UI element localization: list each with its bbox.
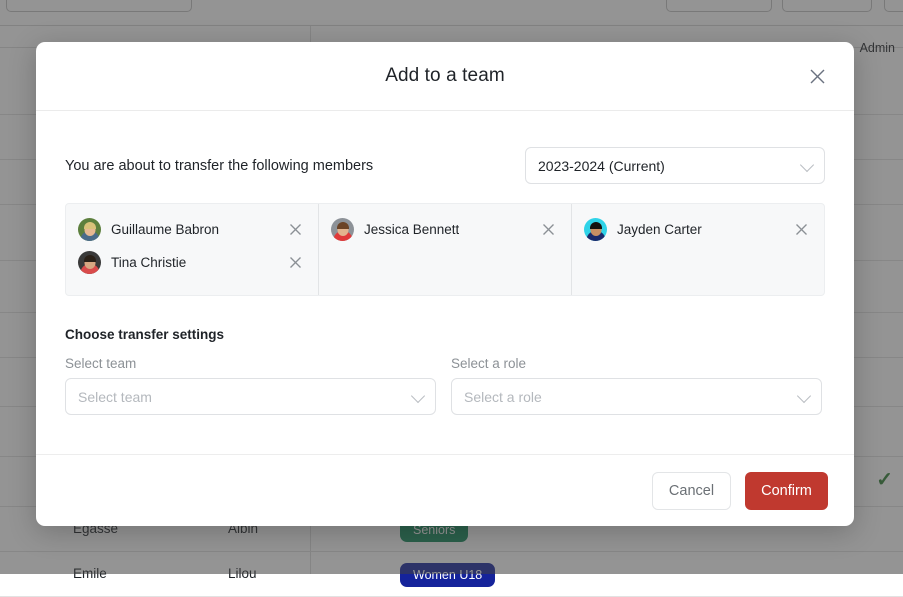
chevron-down-icon — [797, 388, 811, 402]
modal-footer: Cancel Confirm — [36, 454, 854, 526]
member-chip: Jayden Carter — [572, 213, 824, 246]
members-column: Guillaume Babron Tina Christie — [66, 204, 318, 295]
modal-body: You are about to transfer the following … — [36, 111, 854, 454]
add-to-team-modal: Add to a team You are about to transfer … — [36, 42, 854, 526]
member-chip: Guillaume Babron — [66, 213, 318, 246]
member-name: Jessica Bennett — [364, 222, 459, 237]
transfer-summary-row: You are about to transfer the following … — [65, 147, 825, 184]
chevron-down-icon — [800, 157, 814, 171]
close-icon[interactable] — [286, 221, 304, 239]
avatar — [78, 251, 101, 274]
role-select-value: Select a role — [464, 389, 542, 405]
member-chip: Tina Christie — [66, 246, 318, 279]
cancel-button[interactable]: Cancel — [652, 472, 731, 510]
member-chip: Jessica Bennett — [319, 213, 571, 246]
team-field-label: Select team — [65, 356, 436, 371]
season-year-select[interactable]: 2023-2024 (Current) — [525, 147, 825, 184]
avatar — [331, 218, 354, 241]
members-column: Jessica Bennett — [318, 204, 571, 295]
selected-members-panel: Guillaume Babron Tina Christie — [65, 203, 825, 296]
transfer-settings-heading: Choose transfer settings — [65, 327, 825, 342]
close-icon[interactable] — [802, 61, 832, 91]
avatar — [584, 218, 607, 241]
modal-header: Add to a team — [36, 42, 854, 111]
member-name: Tina Christie — [111, 255, 186, 270]
team-select[interactable]: Select team — [65, 378, 436, 415]
transfer-description: You are about to transfer the following … — [65, 158, 373, 174]
role-field: Select a role Select a role — [451, 356, 822, 415]
role-select[interactable]: Select a role — [451, 378, 822, 415]
members-column: Jayden Carter — [571, 204, 824, 295]
transfer-settings-grid: Select team Select team Select a role Se… — [65, 356, 825, 415]
chevron-down-icon — [411, 388, 425, 402]
close-icon[interactable] — [286, 254, 304, 272]
team-field: Select team Select team — [65, 356, 436, 415]
team-select-value: Select team — [78, 389, 152, 405]
avatar — [78, 218, 101, 241]
season-year-value: 2023-2024 (Current) — [538, 158, 665, 174]
member-name: Guillaume Babron — [111, 222, 219, 237]
confirm-button[interactable]: Confirm — [745, 472, 828, 510]
page-title: Add to a team — [385, 65, 505, 87]
close-icon[interactable] — [792, 221, 810, 239]
close-icon[interactable] — [539, 221, 557, 239]
member-name: Jayden Carter — [617, 222, 702, 237]
role-field-label: Select a role — [451, 356, 822, 371]
